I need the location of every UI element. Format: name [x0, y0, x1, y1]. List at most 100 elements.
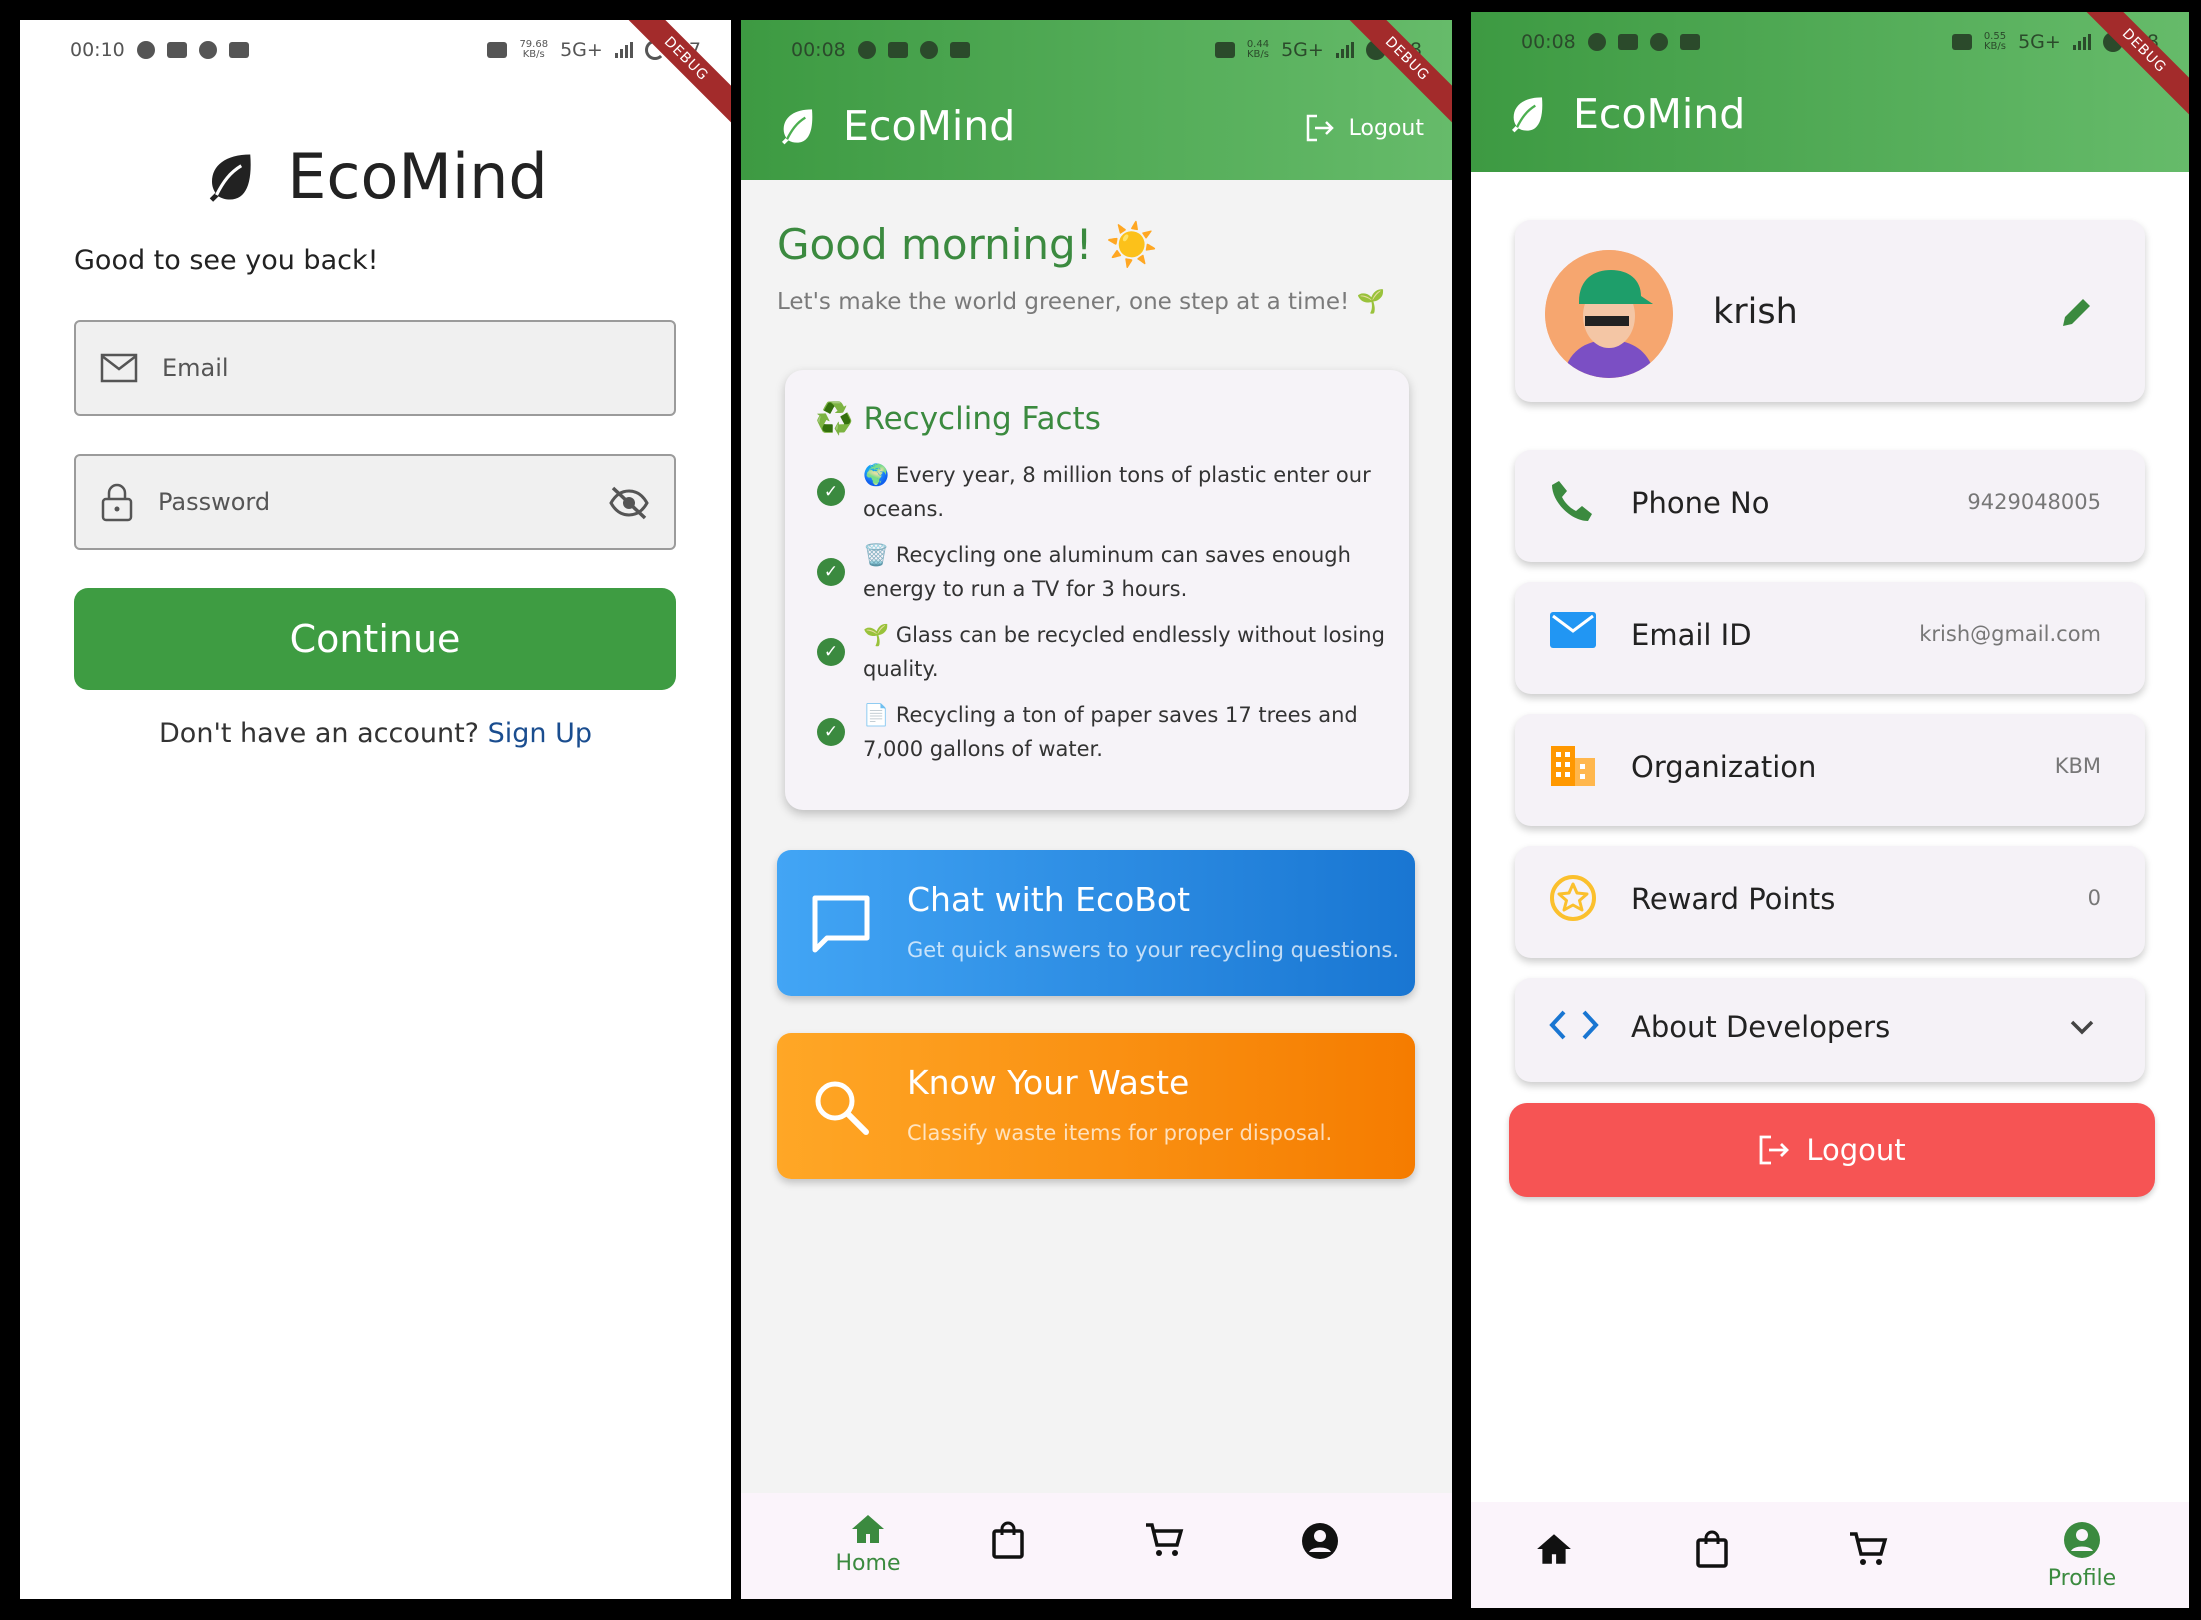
network-speed: 79.68 KB/s: [519, 39, 549, 60]
email-icon: [1549, 610, 1597, 654]
logout-label: Logout: [1348, 115, 1424, 141]
visibility-toggle[interactable]: [608, 486, 650, 524]
welcome-text: Good to see you back!: [74, 245, 379, 276]
logout-button[interactable]: Logout: [1509, 1103, 2155, 1197]
search-icon: [809, 1075, 873, 1143]
reward-points-label: Reward Points: [1631, 882, 1836, 916]
nav-profile-label: Profile: [2047, 1566, 2117, 1591]
nav-home[interactable]: [1509, 1532, 1599, 1570]
network-type: 5G+: [1281, 39, 1324, 61]
visibility-off-icon: [609, 486, 649, 520]
clock-icon: [1649, 33, 1668, 51]
shopping-bag-icon: [992, 1521, 1024, 1559]
home-icon: [852, 1515, 884, 1543]
edit-button[interactable]: [2059, 294, 2095, 334]
signup-link[interactable]: Sign Up: [488, 718, 592, 749]
status-bar: 00:08 0.44 KB/s 5G+ 58: [741, 20, 1452, 80]
nav-shop[interactable]: [1667, 1530, 1757, 1572]
no-account-text: Don't have an account?: [159, 718, 479, 749]
avatar: [1545, 250, 1673, 378]
status-bar: 00:08 0.55 KB/s 5G+ 58: [1471, 12, 2189, 72]
fact-text: 📄 Recycling a ton of paper saves 17 tree…: [863, 703, 1358, 761]
phone-icon: [1549, 478, 1595, 528]
phone-value: 9429048005: [1967, 490, 2101, 514]
continue-button[interactable]: Continue: [74, 588, 676, 690]
lock-icon: [101, 483, 133, 522]
signup-prompt: Don't have an account? Sign Up: [20, 718, 731, 749]
nav-shop[interactable]: [963, 1521, 1053, 1563]
leaf-icon: [1512, 97, 1543, 133]
account-circle-icon: [1302, 1523, 1338, 1559]
email-value: krish@gmail.com: [1919, 622, 2101, 646]
organization-label: Organization: [1631, 750, 1817, 784]
bed-icon: [228, 42, 249, 58]
leaf-icon: [782, 109, 813, 145]
email-placeholder: Email: [162, 354, 229, 382]
nav-profile[interactable]: [1275, 1521, 1365, 1565]
password-field[interactable]: Password: [74, 454, 676, 550]
waste-description: Classify waste items for proper disposal…: [907, 1121, 1333, 1145]
app-logo: EcoMind: [1507, 90, 1745, 138]
profile-screen: 00:08 0.55 KB/s 5G+ 58 DEBUG: [1471, 12, 2189, 1608]
status-time: 00:10: [70, 39, 125, 61]
check-circle-icon: ✓: [817, 718, 845, 746]
signal-icon: [2072, 34, 2091, 50]
logout-icon: [1759, 1135, 1790, 1165]
star-badge-icon: [1549, 874, 1597, 926]
app-bar: 00:08 0.55 KB/s 5G+ 58 DEBUG: [1471, 12, 2189, 172]
about-developers-row[interactable]: About Developers: [1515, 978, 2145, 1082]
greeting-subtitle: Let's make the world greener, one step a…: [777, 289, 1386, 315]
nav-home-label: Home: [835, 1551, 901, 1576]
status-bar: 00:10 79.68 KB/s 5G+ 57: [20, 20, 731, 80]
waste-title: Know Your Waste: [907, 1063, 1190, 1102]
chevron-down-icon: [2069, 1018, 2095, 1040]
bottom-nav: Home: [741, 1493, 1452, 1599]
signal-icon: [614, 42, 633, 58]
signal-icon: [1335, 42, 1354, 58]
check-circle-icon: ✓: [817, 638, 845, 666]
code-icon: [1549, 1008, 1599, 1046]
wifi-icon: [136, 41, 155, 59]
vibrate-icon: [1951, 34, 1972, 50]
building-icon: [1549, 742, 1597, 792]
phone-label: Phone No: [1631, 486, 1770, 520]
nav-profile[interactable]: Profile: [2037, 1520, 2127, 1591]
notification-icon: [1617, 34, 1638, 50]
password-placeholder: Password: [158, 488, 271, 516]
chat-description: Get quick answers to your recycling ques…: [907, 938, 1400, 962]
shopping-bag-icon: [1696, 1530, 1728, 1568]
email-row: Email ID krish@gmail.com: [1515, 582, 2145, 694]
login-screen: 00:10 79.68 KB/s 5G+ 57 DEBUG EcoMind Go…: [20, 20, 731, 1599]
email-field[interactable]: Email: [74, 320, 676, 416]
mail-icon: [100, 353, 138, 383]
bed-icon: [1679, 34, 1700, 50]
logout-link[interactable]: Logout: [1305, 114, 1424, 142]
vibrate-icon: [487, 42, 508, 58]
nav-cart[interactable]: [1823, 1530, 1913, 1572]
app-logo: EcoMind: [20, 140, 731, 213]
fact-item: ✓ 🗑️ Recycling one aluminum can saves en…: [817, 538, 1387, 606]
home-icon: [1537, 1534, 1571, 1564]
check-circle-icon: ✓: [817, 558, 845, 586]
nav-home[interactable]: Home: [823, 1513, 913, 1576]
app-name: EcoMind: [287, 140, 548, 213]
bed-icon: [949, 42, 970, 58]
wifi-icon: [857, 41, 876, 59]
email-label: Email ID: [1631, 618, 1752, 652]
nav-cart[interactable]: [1119, 1521, 1209, 1563]
cart-icon: [1146, 1523, 1184, 1556]
chat-with-ecobot-card[interactable]: Chat with EcoBot Get quick answers to yo…: [777, 850, 1415, 996]
network-type: 5G+: [560, 39, 603, 61]
chat-bubble-icon: [809, 892, 873, 960]
chat-title: Chat with EcoBot: [907, 880, 1191, 919]
organization-row: Organization KBM: [1515, 714, 2145, 826]
fact-item: ✓ 📄 Recycling a ton of paper saves 17 tr…: [817, 698, 1387, 766]
recycling-facts-card: ♻️ Recycling Facts ✓ 🌍 Every year, 8 mil…: [785, 370, 1409, 810]
know-your-waste-card[interactable]: Know Your Waste Classify waste items for…: [777, 1033, 1415, 1179]
username: krish: [1713, 292, 1798, 332]
account-circle-icon: [2064, 1522, 2100, 1558]
network-speed: 0.44 KB/s: [1246, 39, 1270, 60]
status-time: 00:08: [1521, 31, 1576, 53]
cart-icon: [1850, 1532, 1888, 1565]
phone-row: Phone No 9429048005: [1515, 450, 2145, 562]
